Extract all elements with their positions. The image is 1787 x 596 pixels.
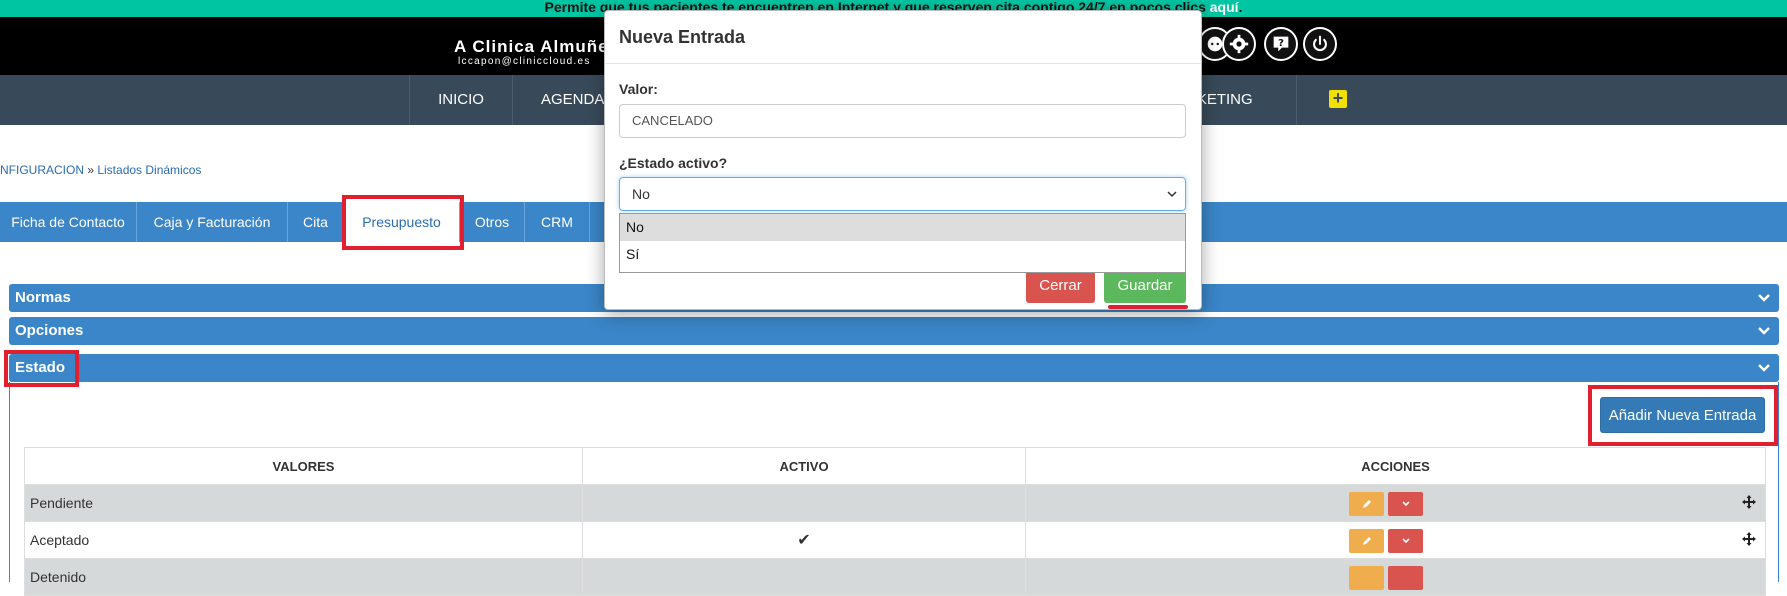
- pencil-icon: [1362, 500, 1371, 508]
- plus-icon[interactable]: +: [1329, 89, 1347, 108]
- cell-acciones: [1025, 521, 1766, 559]
- option-si[interactable]: Sí: [620, 241, 1185, 268]
- valor-input[interactable]: CANCELADO: [619, 104, 1186, 138]
- chevron-down-icon: [1758, 294, 1770, 302]
- estado-activo-select[interactable]: No: [619, 177, 1186, 211]
- estado-activo-label: ¿Estado activo?: [619, 155, 728, 171]
- table-row: Aceptado ✔: [24, 521, 1766, 559]
- cell-valor: Detenido: [24, 558, 583, 596]
- breadcrumb-separator: »: [84, 163, 98, 177]
- dropdown-button[interactable]: [1388, 529, 1423, 553]
- chevron-down-icon: [1758, 327, 1770, 335]
- cell-valor: Pendiente: [24, 484, 583, 522]
- chevron-down-icon: [1167, 191, 1177, 198]
- power-icon[interactable]: [1303, 27, 1337, 61]
- user-email: lccapon@cliniccloud.es: [458, 56, 591, 67]
- estado-options-list: No Sí: [619, 213, 1186, 273]
- close-button[interactable]: Cerrar: [1026, 269, 1095, 303]
- estado-selected-value: No: [632, 186, 650, 202]
- breadcrumb: NFIGURACION » Listados Dinámicos: [0, 163, 201, 177]
- edit-button[interactable]: [1349, 566, 1384, 590]
- save-button[interactable]: Guardar: [1104, 269, 1186, 303]
- tab-cita[interactable]: Cita: [288, 202, 344, 242]
- chevron-down-icon: [1401, 501, 1410, 507]
- svg-text:?: ?: [1278, 38, 1284, 49]
- promo-end: .: [1238, 0, 1243, 15]
- panel-normas-title: Normas: [15, 289, 71, 306]
- breadcrumb-listados[interactable]: Listados Dinámicos: [97, 163, 201, 177]
- clinic-name: A Clinica Almuñe: [454, 37, 609, 56]
- nav-item-agenda[interactable]: AGENDA: [512, 75, 612, 125]
- gear-icon[interactable]: [1222, 27, 1256, 61]
- nav-divider: [1296, 75, 1297, 125]
- highlight-estado: [4, 350, 79, 387]
- move-icon[interactable]: [1741, 494, 1757, 510]
- table-row: Pendiente: [24, 484, 1766, 522]
- table-row: Detenido: [24, 558, 1766, 596]
- cell-acciones: [1025, 558, 1766, 596]
- modal-title: Nueva Entrada: [619, 27, 746, 47]
- option-no[interactable]: No: [620, 214, 1185, 241]
- promo-link[interactable]: aquí: [1210, 0, 1239, 15]
- tab-caja-facturacion[interactable]: Caja y Facturación: [137, 202, 288, 242]
- cell-activo: [582, 558, 1026, 596]
- chevron-down-icon: [1401, 538, 1410, 544]
- breadcrumb-config[interactable]: NFIGURACION: [0, 163, 84, 177]
- edit-button[interactable]: [1349, 529, 1384, 553]
- panel-opciones-title: Opciones: [15, 322, 84, 339]
- highlight-add-entry: [1588, 385, 1778, 446]
- panel-estado[interactable]: Estado: [9, 354, 1779, 382]
- dropdown-button[interactable]: [1388, 492, 1423, 516]
- tab-crm[interactable]: CRM: [525, 202, 590, 242]
- nav-item-inicio[interactable]: INICIO: [409, 75, 512, 125]
- tab-ficha-contacto[interactable]: Ficha de Contacto: [0, 202, 137, 242]
- cell-valor: Aceptado: [24, 521, 583, 559]
- highlight-presupuesto: [342, 195, 464, 250]
- dropdown-button[interactable]: [1388, 566, 1423, 590]
- help-icon[interactable]: ?: [1264, 27, 1298, 61]
- header-acciones: ACCIONES: [1025, 447, 1766, 485]
- edit-button[interactable]: [1349, 492, 1384, 516]
- header-valores: VALORES: [24, 447, 583, 485]
- modal-divider: [605, 63, 1201, 64]
- move-icon[interactable]: [1741, 531, 1757, 547]
- header-activo: ACTIVO: [582, 447, 1026, 485]
- tab-otros[interactable]: Otros: [460, 202, 525, 242]
- cell-activo: ✔: [582, 521, 1026, 559]
- cell-activo: [582, 484, 1026, 522]
- chevron-down-icon: [1758, 364, 1770, 372]
- cell-acciones: [1025, 484, 1766, 522]
- pencil-icon: [1362, 537, 1371, 545]
- nav-item-marketing[interactable]: RKETING: [1186, 75, 1296, 125]
- valor-label: Valor:: [619, 81, 658, 97]
- highlight-save: [1108, 305, 1188, 309]
- new-entry-modal: Nueva Entrada Valor: CANCELADO ¿Estado a…: [604, 10, 1202, 310]
- panel-opciones[interactable]: Opciones: [9, 317, 1779, 345]
